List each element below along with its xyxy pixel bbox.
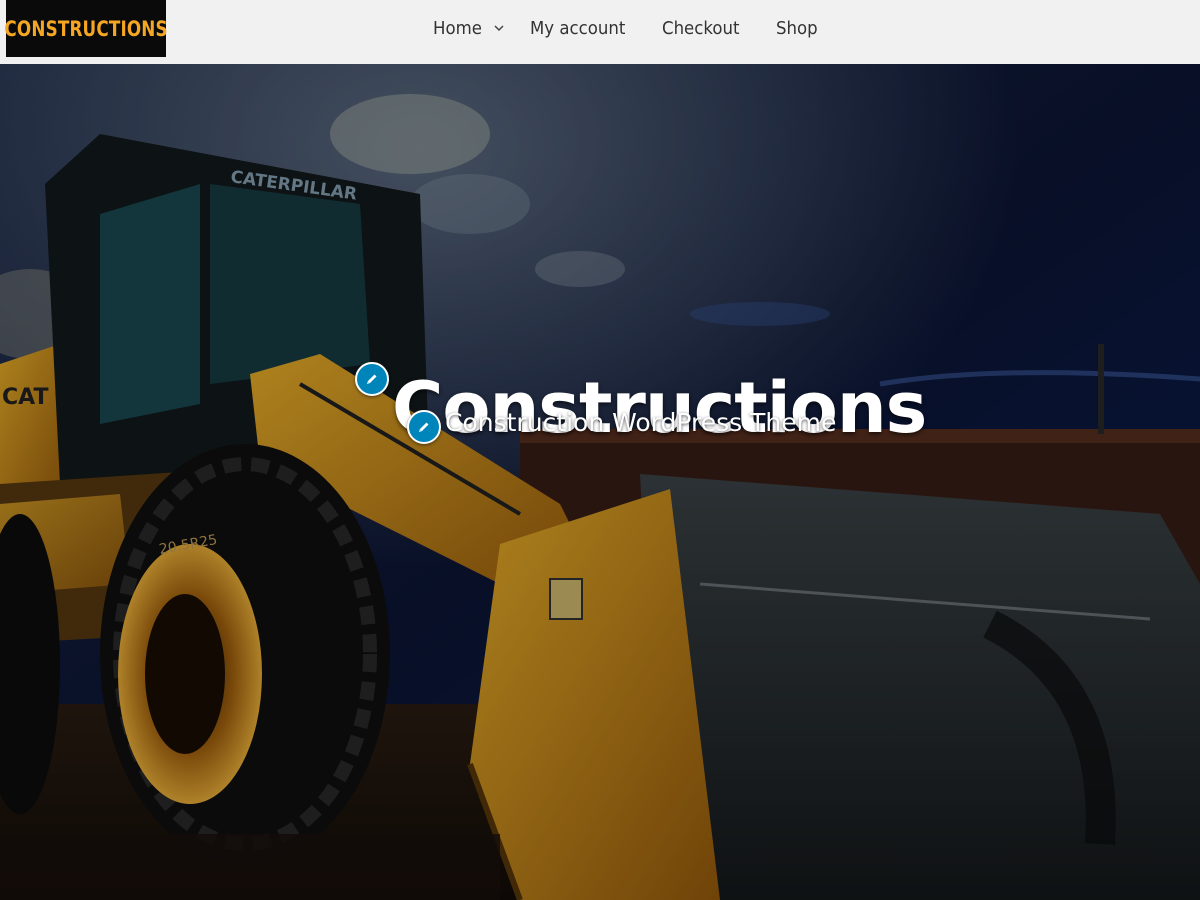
hero-dark-overlay bbox=[0, 64, 1200, 900]
site-header: CONSTRUCTIONS Home My account Checkout S… bbox=[0, 0, 1200, 64]
edit-tagline-button[interactable] bbox=[407, 410, 441, 444]
nav-item-label: Checkout bbox=[662, 17, 740, 39]
nav-item-label: Shop bbox=[776, 17, 818, 39]
nav-item-home[interactable]: Home bbox=[433, 0, 486, 56]
pencil-icon bbox=[419, 422, 429, 432]
pencil-icon bbox=[367, 374, 377, 384]
nav-item-shop[interactable]: Shop bbox=[776, 0, 821, 56]
nav-item-label: Home bbox=[433, 17, 482, 39]
chevron-down-icon[interactable] bbox=[492, 18, 506, 38]
primary-nav: Home My account Checkout Shop bbox=[0, 0, 1200, 56]
nav-item-my-account[interactable]: My account bbox=[530, 0, 634, 56]
site-tagline: Construction WordPress Theme bbox=[445, 408, 837, 437]
edit-title-button[interactable] bbox=[355, 362, 389, 396]
hero-banner: CAT CATERPILLAR 20.5R25 Constructions Co… bbox=[0, 64, 1200, 900]
nav-item-checkout[interactable]: Checkout bbox=[662, 0, 746, 56]
nav-item-label: My account bbox=[530, 17, 626, 39]
